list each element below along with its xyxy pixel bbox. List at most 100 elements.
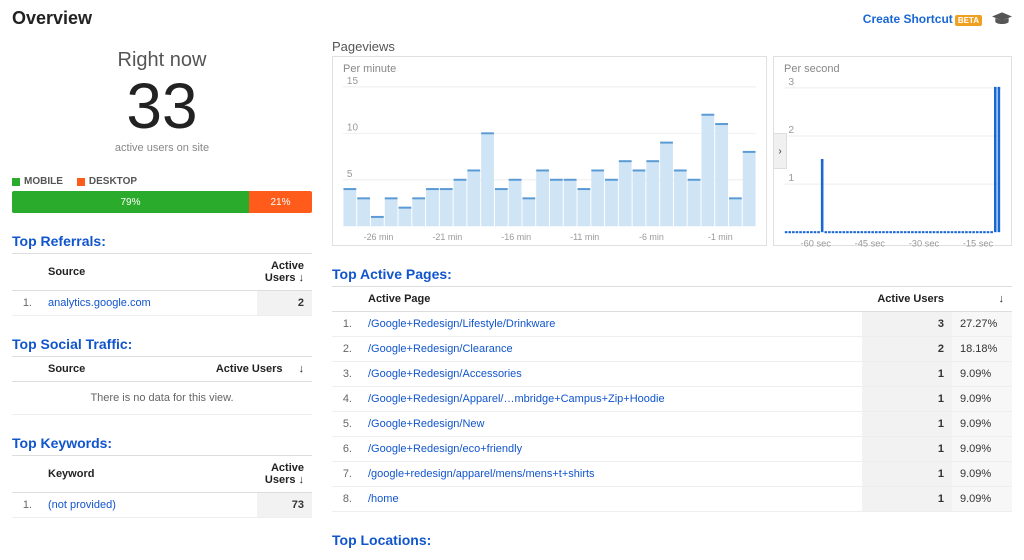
top-referrals-title: Top Referrals: xyxy=(12,233,312,249)
row-users: 2 xyxy=(862,337,952,362)
row-pct: 27.27% xyxy=(952,312,1012,337)
table-row: 1.analytics.google.com2 xyxy=(12,291,312,316)
col-keyword[interactable]: Keyword xyxy=(40,456,257,493)
table-row: 7./google+redesign/apparel/mens/mens+t+s… xyxy=(332,462,1012,487)
row-link[interactable]: /Google+Redesign/Lifestyle/Drinkware xyxy=(360,312,862,337)
row-index: 1. xyxy=(332,312,360,337)
svg-text:-11 min: -11 min xyxy=(570,232,599,242)
row-link[interactable]: /Google+Redesign/Apparel/…mbridge+Campus… xyxy=(360,387,862,412)
svg-text:-26 min: -26 min xyxy=(364,232,394,242)
col-active-users[interactable]: Active Users xyxy=(257,456,312,493)
row-users: 1 xyxy=(862,387,952,412)
svg-text:10: 10 xyxy=(347,122,359,133)
device-split-bar: 79%21% xyxy=(12,191,312,213)
svg-text:-6 min: -6 min xyxy=(639,232,664,242)
per-minute-chart[interactable]: Per minute 51015-26 min-21 min-16 min-11… xyxy=(332,56,767,246)
row-users: 1 xyxy=(862,487,952,512)
graduation-cap-icon[interactable] xyxy=(992,12,1012,26)
top-referrals-table: Source Active Users 1.analytics.google.c… xyxy=(12,253,312,316)
row-index: 1. xyxy=(12,291,40,316)
bar-segment: 79% xyxy=(12,191,249,213)
svg-text:-30 sec: -30 sec xyxy=(909,239,940,249)
top-locations-title: Top Locations: xyxy=(332,532,1012,548)
pageviews-title: Pageviews xyxy=(332,39,1012,54)
rightnow-title: Right now xyxy=(12,49,312,72)
table-row: 6./Google+Redesign/eco+friendly19.09% xyxy=(332,437,1012,462)
row-index: 6. xyxy=(332,437,360,462)
row-link[interactable]: /Google+Redesign/Clearance xyxy=(360,337,862,362)
legend-item: DESKTOP xyxy=(77,176,137,187)
device-legend: MOBILE DESKTOP xyxy=(12,176,312,187)
row-index: 3. xyxy=(332,362,360,387)
row-link[interactable]: /Google+Redesign/Accessories xyxy=(360,362,862,387)
svg-text:-15 sec: -15 sec xyxy=(963,239,994,249)
sort-icon[interactable]: ↓ xyxy=(291,357,313,382)
svg-text:2: 2 xyxy=(788,125,794,136)
col-active-users[interactable]: Active Users xyxy=(862,287,952,312)
row-link[interactable]: /google+redesign/apparel/mens/mens+t+shi… xyxy=(360,462,862,487)
row-link[interactable]: /home xyxy=(360,487,862,512)
svg-text:15: 15 xyxy=(347,76,359,87)
table-row: 3./Google+Redesign/Accessories19.09% xyxy=(332,362,1012,387)
row-pct: 9.09% xyxy=(952,487,1012,512)
rightnow-count: 33 xyxy=(12,74,312,138)
row-users: 3 xyxy=(862,312,952,337)
page-title: Overview xyxy=(12,8,92,29)
create-shortcut-link[interactable]: Create ShortcutBETA xyxy=(863,12,982,26)
row-users: 2 xyxy=(257,291,312,316)
top-social-table: Source Active Users ↓ There is no data f… xyxy=(12,356,312,415)
col-active-users[interactable]: Active Users xyxy=(257,254,312,291)
top-active-pages-table: Active Page Active Users ↓ 1./Google+Red… xyxy=(332,286,1012,512)
rightnow-subtitle: active users on site xyxy=(12,142,312,154)
svg-text:5: 5 xyxy=(347,169,353,180)
row-pct: 18.18% xyxy=(952,337,1012,362)
row-users: 73 xyxy=(257,493,312,518)
top-keywords-table: Keyword Active Users 1.(not provided)73 xyxy=(12,455,312,518)
row-users: 1 xyxy=(862,412,952,437)
top-keywords-title: Top Keywords: xyxy=(12,435,312,451)
create-shortcut-label: Create Shortcut xyxy=(863,12,953,26)
sort-icon[interactable]: ↓ xyxy=(952,287,1012,312)
row-link[interactable]: analytics.google.com xyxy=(40,291,257,316)
row-index: 5. xyxy=(332,412,360,437)
chart-collapse-button[interactable]: › xyxy=(773,133,787,169)
table-row: 1./Google+Redesign/Lifestyle/Drinkware32… xyxy=(332,312,1012,337)
row-pct: 9.09% xyxy=(952,387,1012,412)
row-index: 1. xyxy=(12,493,40,518)
beta-badge: BETA xyxy=(955,15,982,26)
per-second-chart[interactable]: › Per second 123-60 sec-45 sec-30 sec-15… xyxy=(773,56,1012,246)
col-source[interactable]: Source xyxy=(40,357,138,382)
row-users: 1 xyxy=(862,362,952,387)
bar-segment: 21% xyxy=(249,191,312,213)
col-active-users[interactable]: Active Users xyxy=(138,357,290,382)
svg-text:-60 sec: -60 sec xyxy=(801,239,832,249)
svg-text:-45 sec: -45 sec xyxy=(855,239,886,249)
table-row: 2./Google+Redesign/Clearance218.18% xyxy=(332,337,1012,362)
row-pct: 9.09% xyxy=(952,412,1012,437)
row-link[interactable]: /Google+Redesign/New xyxy=(360,412,862,437)
svg-text:-21 min: -21 min xyxy=(432,232,462,242)
col-source[interactable]: Source xyxy=(40,254,257,291)
col-active-page[interactable]: Active Page xyxy=(360,287,862,312)
row-pct: 9.09% xyxy=(952,362,1012,387)
svg-text:1: 1 xyxy=(788,173,794,184)
row-link[interactable]: /Google+Redesign/eco+friendly xyxy=(360,437,862,462)
top-active-pages-title: Top Active Pages: xyxy=(332,266,1012,282)
row-index: 8. xyxy=(332,487,360,512)
row-index: 7. xyxy=(332,462,360,487)
table-row: 4./Google+Redesign/Apparel/…mbridge+Camp… xyxy=(332,387,1012,412)
table-row: 5./Google+Redesign/New19.09% xyxy=(332,412,1012,437)
row-users: 1 xyxy=(862,462,952,487)
legend-item: MOBILE xyxy=(12,176,63,187)
svg-text:-1 min: -1 min xyxy=(708,232,733,242)
svg-text:-16 min: -16 min xyxy=(501,232,531,242)
row-index: 2. xyxy=(332,337,360,362)
table-row: 1.(not provided)73 xyxy=(12,493,312,518)
row-pct: 9.09% xyxy=(952,462,1012,487)
row-users: 1 xyxy=(862,437,952,462)
row-link[interactable]: (not provided) xyxy=(40,493,257,518)
no-data-message: There is no data for this view. xyxy=(12,382,312,415)
svg-text:3: 3 xyxy=(788,77,794,88)
table-row: 8./home19.09% xyxy=(332,487,1012,512)
top-social-title: Top Social Traffic: xyxy=(12,336,312,352)
